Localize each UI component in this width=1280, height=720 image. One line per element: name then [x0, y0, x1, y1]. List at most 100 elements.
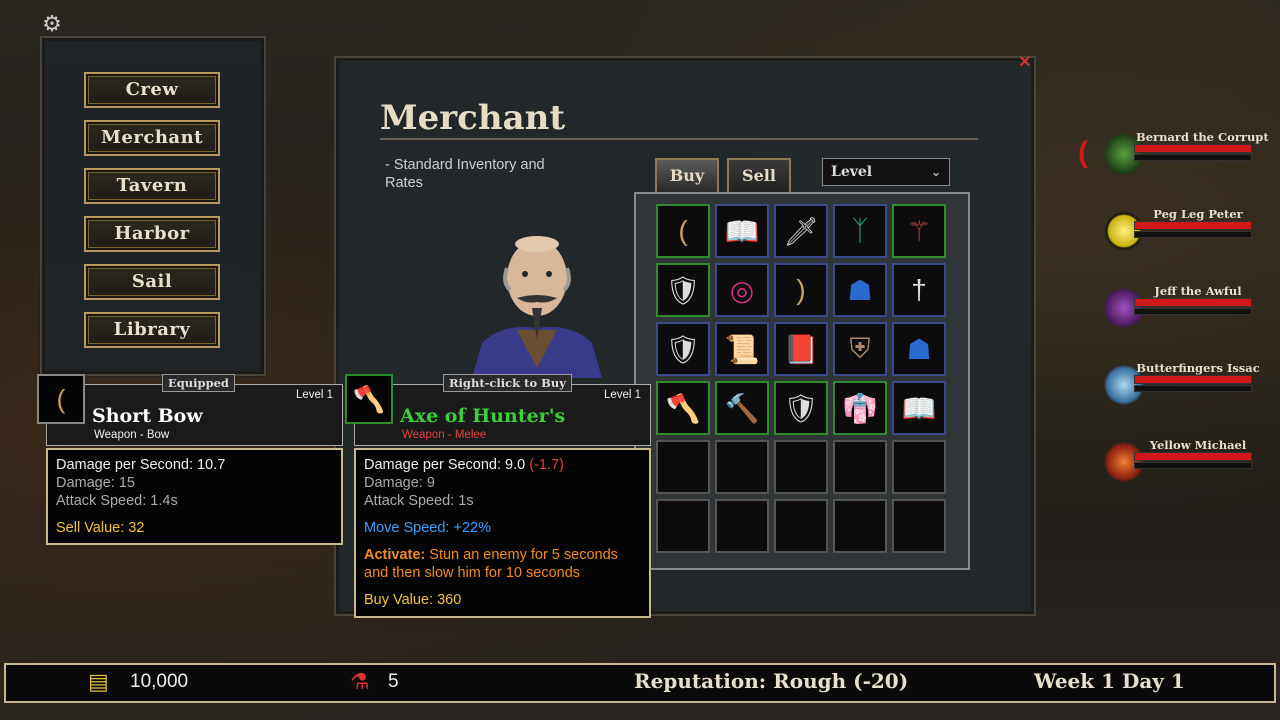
stat-bonus: Move Speed: +22% — [364, 520, 491, 536]
settings-gear-icon[interactable]: ⚙ — [40, 12, 64, 36]
inventory-slot[interactable]: 🔨 — [715, 381, 769, 435]
crew-side-marker-icon: ( — [1078, 136, 1088, 169]
inventory-slot[interactable]: ) — [774, 263, 828, 317]
tab-sell[interactable]: Sell — [727, 158, 791, 192]
inventory-slot-empty[interactable] — [715, 440, 769, 494]
hood-icon: ☗ — [906, 333, 932, 365]
inventory-slot[interactable]: 🪓 — [656, 381, 710, 435]
spellbook-icon: 📖 — [901, 392, 937, 424]
stat-dps-row: Damage per Second: 9.0 (-1.7) — [364, 456, 641, 474]
equipped-item-level: Level 1 — [296, 389, 334, 401]
potion-count: 5 — [388, 671, 399, 692]
inventory-slot[interactable]: ⚚ — [892, 204, 946, 258]
stat-dps: Damage per Second: 10.7 — [56, 457, 226, 473]
nav-harbor-button[interactable]: Harbor — [84, 216, 220, 252]
tentacle-helm-icon: ᛉ — [851, 215, 869, 246]
nav-library-button[interactable]: Library — [84, 312, 220, 348]
tome-icon: 📕 — [783, 333, 819, 365]
stat-dps: Damage per Second: 9.0 — [364, 457, 526, 473]
inventory-slot[interactable]: ⛨ — [833, 322, 887, 376]
staff-icon: ⚚ — [906, 215, 932, 247]
bow-icon: ) — [796, 274, 806, 305]
health-bar — [1134, 144, 1252, 153]
dagger-icon: † — [911, 274, 927, 305]
inventory-slot[interactable]: ☗ — [892, 322, 946, 376]
inventory-slot[interactable]: 📕 — [774, 322, 828, 376]
xp-bar — [1134, 462, 1252, 469]
close-icon[interactable]: ✕ — [1016, 54, 1034, 72]
equipped-item-type: Weapon - Bow — [94, 429, 170, 441]
inventory-slot-empty[interactable] — [774, 499, 828, 553]
right-click-to-buy-badge: Right-click to Buy — [443, 374, 572, 392]
sword-icon: 🗡 — [783, 215, 819, 247]
inventory-slot-empty[interactable] — [715, 499, 769, 553]
inventory-slot[interactable]: 📜 — [715, 322, 769, 376]
crew-member[interactable]: Yellow Michael — [1100, 438, 1260, 488]
inventory-slot[interactable]: ( — [656, 204, 710, 258]
inventory-slot[interactable]: 🛡 — [774, 381, 828, 435]
spellbook-icon: 📖 — [724, 215, 760, 247]
inventory-slot[interactable]: 🛡 — [656, 322, 710, 376]
inventory-slot-empty[interactable] — [892, 440, 946, 494]
nav-sail-button[interactable]: Sail — [84, 264, 220, 300]
health-bar — [1134, 452, 1252, 461]
crew-member[interactable]: Butterfingers Issac — [1100, 361, 1260, 411]
inventory-slot[interactable]: 👘 — [833, 381, 887, 435]
amulet-icon: ◎ — [729, 274, 755, 306]
xp-bar — [1134, 385, 1252, 392]
reputation-status: Reputation: Rough (-20) — [634, 669, 909, 693]
inventory-slot-empty[interactable] — [833, 499, 887, 553]
hovered-item-stats: Damage per Second: 9.0 (-1.7) Damage: 9 … — [354, 448, 651, 618]
equipped-badge: Equipped — [162, 374, 235, 392]
crew-member[interactable]: Jeff the Awful — [1100, 284, 1260, 334]
sort-dropdown-value: Level — [831, 164, 873, 180]
activate-ability: Activate: Stun an enemy for 5 seconds an… — [364, 546, 641, 582]
nav-merchant-button[interactable]: Merchant — [84, 120, 220, 156]
equipped-item-stats: Damage per Second: 10.7 Damage: 15 Attac… — [46, 448, 343, 545]
hovered-item-name: Axe of Hunter's — [400, 405, 566, 427]
inventory-slot-empty[interactable] — [774, 440, 828, 494]
inventory-slot[interactable]: 📖 — [892, 381, 946, 435]
page-title: Merchant — [380, 98, 566, 138]
hammer-icon: 🔨 — [724, 392, 760, 424]
inventory-slot[interactable]: ☗ — [833, 263, 887, 317]
nav-tavern-button[interactable]: Tavern — [84, 168, 220, 204]
calendar-date: Week 1 Day 1 — [1034, 669, 1185, 693]
xp-bar — [1134, 308, 1252, 315]
gold-amount: 10,000 — [130, 671, 189, 692]
crew-member[interactable]: Bernard the Corrupt — [1100, 130, 1269, 180]
inventory-slot[interactable]: † — [892, 263, 946, 317]
health-bar — [1134, 375, 1252, 384]
armor-icon: 🛡 — [665, 333, 701, 365]
buy-value: Buy Value: 360 — [364, 592, 462, 608]
bow-icon: ( — [678, 215, 688, 246]
inventory-slot-empty[interactable] — [656, 499, 710, 553]
hovered-item-type: Weapon - Melee — [402, 429, 487, 441]
armor-icon: 🛡 — [665, 274, 701, 306]
inventory-slot[interactable]: 📖 — [715, 204, 769, 258]
tab-buy[interactable]: Buy — [655, 158, 719, 192]
hovered-item-level: Level 1 — [604, 389, 642, 401]
inventory-slot[interactable]: 🛡 — [656, 263, 710, 317]
sell-value: Sell Value: 32 — [56, 520, 145, 536]
inventory-slot-empty[interactable] — [833, 440, 887, 494]
crew-name: Peg Leg Peter — [1153, 207, 1243, 221]
health-bar — [1134, 221, 1252, 230]
nav-crew-button[interactable]: Crew — [84, 72, 220, 108]
gold-coins-icon: ▤ — [88, 669, 109, 694]
sort-dropdown[interactable]: Level ⌄ — [822, 158, 950, 186]
inventory-slot-empty[interactable] — [656, 440, 710, 494]
merchant-portrait — [472, 236, 602, 378]
potion-icon: ⚗ — [350, 669, 370, 694]
xp-bar — [1134, 231, 1252, 238]
inventory-slot[interactable]: ᛉ — [833, 204, 887, 258]
bow-icon: ( — [37, 374, 85, 424]
stat-attack-speed: Attack Speed: 1s — [364, 493, 474, 509]
stat-damage: Damage: 9 — [364, 475, 435, 491]
inventory-slot[interactable]: ◎ — [715, 263, 769, 317]
axe-icon: 🪓 — [345, 374, 393, 424]
crew-member[interactable]: Peg Leg Peter — [1100, 207, 1260, 257]
inventory-slot-empty[interactable] — [892, 499, 946, 553]
inventory-slot[interactable]: 🗡 — [774, 204, 828, 258]
stat-dps-diff: (-1.7) — [529, 457, 564, 473]
